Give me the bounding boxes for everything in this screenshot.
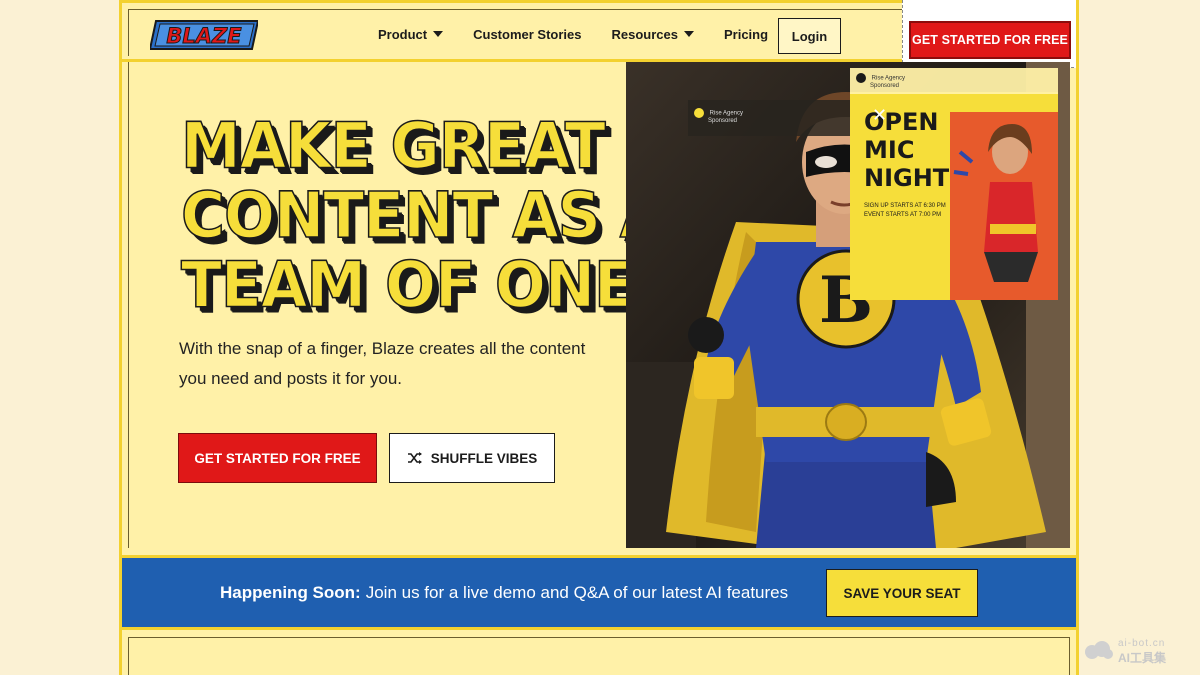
banner-message: Happening Soon: Join us for a live demo … bbox=[220, 582, 789, 602]
svg-text:BLAZE: BLAZE bbox=[166, 24, 242, 48]
nav-customer-stories[interactable]: Customer Stories bbox=[473, 27, 581, 42]
blaze-logo[interactable]: BLAZE bbox=[150, 19, 258, 51]
hero-illustration: B Rise Agency Sponsored OPEN MIC NIGHT S… bbox=[626, 62, 1070, 548]
next-section bbox=[128, 637, 1070, 675]
nav-product[interactable]: Product bbox=[378, 27, 444, 42]
nav-resources[interactable]: Resources bbox=[612, 27, 694, 42]
get-started-button[interactable]: GET STARTED FOR FREE bbox=[178, 433, 377, 483]
close-icon[interactable]: ✕ bbox=[872, 106, 890, 124]
event-banner: Happening Soon: Join us for a live demo … bbox=[122, 555, 1076, 630]
agency-avatar-icon bbox=[694, 108, 704, 118]
site-header: BLAZE Product Customer Stories Resources… bbox=[122, 0, 1076, 68]
main-nav: Product Customer Stories Resources Prici… bbox=[378, 3, 798, 65]
hero-section: MAKE GREAT CONTENT AS A TEAM OF ONE With… bbox=[128, 62, 1070, 548]
singer-image bbox=[950, 112, 1058, 300]
page-frame: BLAZE Product Customer Stories Resources… bbox=[119, 0, 1079, 675]
hero-subtext: With the snap of a finger, Blaze creates… bbox=[179, 339, 586, 388]
watermark-logo-icon bbox=[1085, 641, 1113, 659]
chevron-down-icon bbox=[433, 31, 444, 37]
save-your-seat-button[interactable]: SAVE YOUR SEAT bbox=[826, 569, 978, 617]
shuffle-vibes-button[interactable]: SHUFFLE VIBES bbox=[389, 433, 555, 483]
chevron-down-icon bbox=[683, 31, 694, 37]
agency-avatar-icon bbox=[856, 73, 866, 83]
watermark: ai-bot.cn AI工具集 bbox=[1082, 636, 1192, 665]
social-post-card: Rise Agency Sponsored bbox=[850, 68, 1058, 94]
login-button[interactable]: Login bbox=[778, 18, 841, 54]
nav-pricing[interactable]: Pricing bbox=[724, 27, 768, 42]
get-started-header-button[interactable]: GET STARTED FOR FREE bbox=[909, 21, 1071, 59]
shuffle-icon bbox=[407, 452, 422, 464]
